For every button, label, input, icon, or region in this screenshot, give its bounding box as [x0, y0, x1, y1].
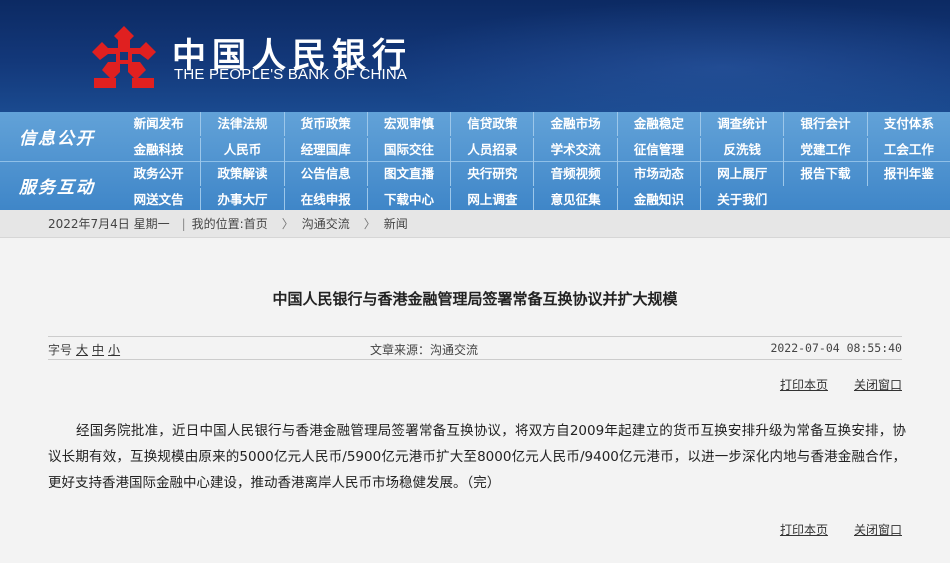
nav-item[interactable]: 金融知识: [616, 188, 700, 212]
nav-item[interactable]: 人民币: [200, 138, 283, 162]
nav-item[interactable]: 金融科技: [117, 138, 200, 162]
nav-item[interactable]: 工会工作: [866, 138, 950, 162]
bank-name-en: THE PEOPLE'S BANK OF CHINA: [174, 66, 408, 83]
nav-item[interactable]: 学术交流: [533, 138, 616, 162]
close-window-link[interactable]: 关闭窗口: [854, 378, 902, 392]
nav-item[interactable]: 网送文告: [117, 188, 200, 212]
pboc-logo-icon[interactable]: [88, 24, 160, 90]
nav-item[interactable]: 市场动态: [616, 162, 700, 186]
nav-item[interactable]: 政务公开: [117, 162, 200, 186]
nav-item[interactable]: 法律法规: [200, 112, 283, 136]
nav-item[interactable]: 新闻发布: [117, 112, 200, 136]
article-datetime: 2022-07-04 08:55:40: [770, 341, 902, 355]
header-banner: 中国人民银行 THE PEOPLE'S BANK OF CHINA: [0, 0, 950, 112]
nav-item[interactable]: 央行研究: [450, 162, 533, 186]
nav-item[interactable]: 人员招录: [450, 138, 533, 162]
breadcrumb-home-link[interactable]: 我的位置:首页: [192, 215, 268, 232]
nav-section-service: 服务互动: [19, 178, 95, 198]
nav-item[interactable]: 金融市场: [533, 112, 616, 136]
nav-row-2: 金融科技 人民币 经理国库 国际交往 人员招录 学术交流 征信管理 反洗钱 党建…: [117, 138, 950, 162]
main-nav: 信息公开 服务互动 新闻发布 法律法规 货币政策 宏观审慎 信贷政策 金融市场 …: [0, 112, 950, 212]
nav-item[interactable]: 报刊年鉴: [866, 162, 950, 186]
chevron-right-icon: 〉: [281, 217, 294, 231]
article-source: 文章来源：沟通交流: [370, 343, 479, 357]
nav-item[interactable]: 图文直播: [366, 162, 450, 186]
font-medium-link[interactable]: 中: [92, 343, 104, 357]
nav-row-4: 网送文告 办事大厅 在线申报 下载中心 网上调查 意见征集 金融知识 关于我们: [117, 188, 783, 212]
nav-item[interactable]: 关于我们: [700, 188, 783, 212]
article-body: 经国务院批准，近日中国人民银行与香港金融管理局签署常备互换协议，将双方自2009…: [48, 423, 906, 491]
nav-item[interactable]: 报告下载: [783, 162, 866, 186]
nav-item[interactable]: 公告信息: [283, 162, 367, 186]
current-date: 2022年7月4日 星期一: [48, 217, 170, 231]
nav-item[interactable]: 办事大厅: [200, 188, 283, 212]
nav-item[interactable]: 银行会计: [783, 112, 866, 136]
close-window-link[interactable]: 关闭窗口: [854, 523, 902, 537]
breadcrumb-divider: |: [181, 216, 186, 231]
nav-row-1: 新闻发布 法律法规 货币政策 宏观审慎 信贷政策 金融市场 金融稳定 调查统计 …: [117, 112, 950, 136]
chevron-right-icon: 〉: [363, 217, 376, 231]
breadcrumb-level2-link[interactable]: 沟通交流: [302, 215, 350, 232]
article-tools-bottom: 打印本页 关闭窗口: [754, 521, 902, 538]
article-tools-top: 打印本页 关闭窗口: [754, 376, 902, 393]
nav-item[interactable]: 党建工作: [783, 138, 866, 162]
nav-item[interactable]: 金融稳定: [616, 112, 700, 136]
nav-item[interactable]: 在线申报: [283, 188, 367, 212]
print-page-link[interactable]: 打印本页: [780, 378, 828, 392]
nav-item[interactable]: 政策解读: [200, 162, 283, 186]
nav-item[interactable]: 征信管理: [616, 138, 700, 162]
font-size-controls: 字号大中小: [48, 341, 120, 358]
nav-item[interactable]: 反洗钱: [700, 138, 783, 162]
font-large-link[interactable]: 大: [76, 343, 88, 357]
nav-item[interactable]: 支付体系: [866, 112, 950, 136]
font-size-label: 字号: [48, 343, 73, 357]
nav-item[interactable]: 调查统计: [700, 112, 783, 136]
nav-item[interactable]: 货币政策: [283, 112, 367, 136]
nav-item[interactable]: 信贷政策: [450, 112, 533, 136]
nav-item[interactable]: 下载中心: [366, 188, 450, 212]
nav-item[interactable]: 网上调查: [450, 188, 533, 212]
breadcrumb-level3-link[interactable]: 新闻: [384, 215, 408, 232]
article-meta-bar: 字号大中小 文章来源：沟通交流 2022-07-04 08:55:40: [48, 336, 902, 360]
nav-item[interactable]: 经理国库: [283, 138, 367, 162]
nav-item[interactable]: 音频视频: [533, 162, 616, 186]
nav-row-3: 政务公开 政策解读 公告信息 图文直播 央行研究 音频视频 市场动态 网上展厅 …: [117, 162, 950, 186]
nav-item[interactable]: 网上展厅: [700, 162, 783, 186]
article-container: 中国人民银行与香港金融管理局签署常备互换协议并扩大规模 字号大中小 文章来源：沟…: [0, 238, 950, 563]
nav-section-info-disclosure: 信息公开: [19, 129, 95, 149]
article-title: 中国人民银行与香港金融管理局签署常备互换协议并扩大规模: [272, 290, 678, 308]
nav-item[interactable]: 国际交往: [366, 138, 450, 162]
breadcrumb: 2022年7月4日 星期一 | 我的位置:首页 〉 沟通交流 〉 新闻: [0, 210, 950, 238]
nav-item[interactable]: 宏观审慎: [366, 112, 450, 136]
nav-item[interactable]: 意见征集: [533, 188, 616, 212]
font-small-link[interactable]: 小: [108, 343, 120, 357]
print-page-link[interactable]: 打印本页: [780, 523, 828, 537]
banner-glow: [380, 0, 950, 112]
